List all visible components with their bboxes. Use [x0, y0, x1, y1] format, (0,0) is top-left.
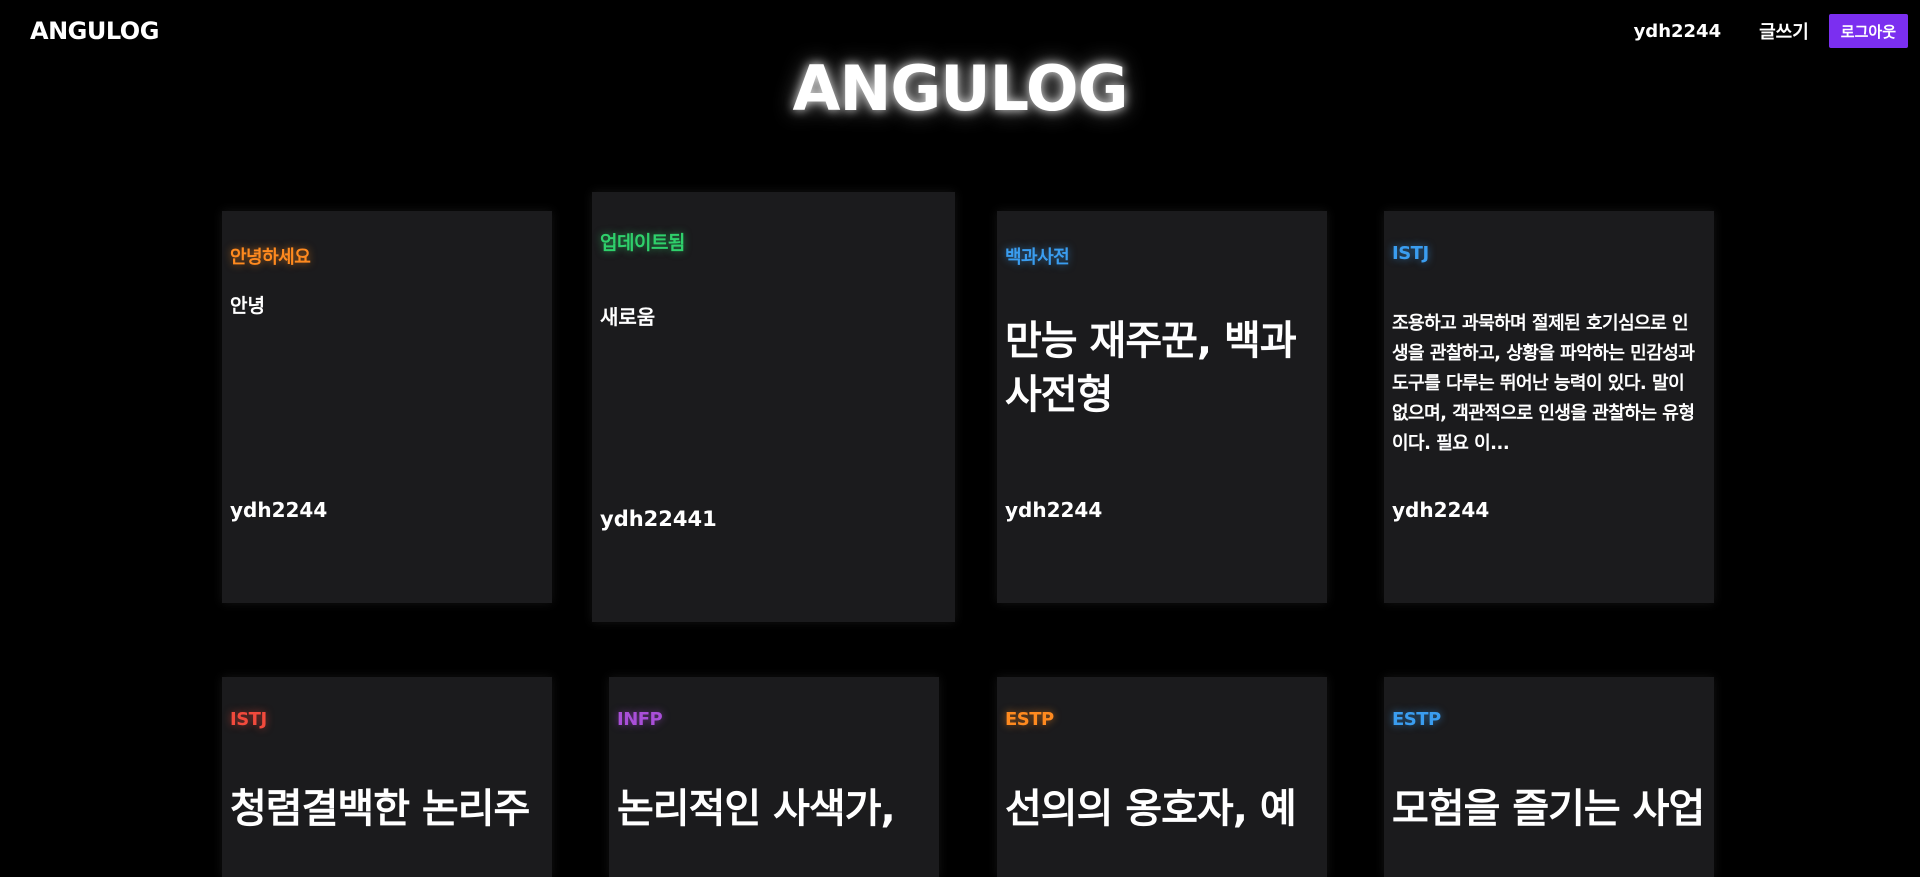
- post-author: ydh2244: [1392, 498, 1490, 522]
- post-category: INFP: [617, 709, 663, 730]
- post-body: 청렴결백한 논리주: [230, 786, 530, 832]
- post-body: 모험을 즐기는 사업: [1392, 786, 1705, 832]
- post-body: 선의의 옹호자, 예: [1005, 786, 1297, 832]
- post-card[interactable]: ESTP 선의의 옹호자, 예: [997, 677, 1327, 877]
- post-body: 논리적인 사색가,: [617, 786, 896, 832]
- post-card[interactable]: ESTP 모험을 즐기는 사업: [1384, 677, 1714, 877]
- post-card[interactable]: ISTJ 조용하고 과묵하며 절제된 호기심으로 인생을 관찰하고, 상황을 파…: [1384, 211, 1714, 603]
- post-author: ydh2244: [230, 498, 328, 522]
- post-author: ydh2244: [1005, 498, 1103, 522]
- logout-button[interactable]: 로그아웃: [1828, 14, 1908, 48]
- post-body: 안녕: [230, 295, 265, 317]
- post-card[interactable]: 업데이트됨 새로움 ydh22441: [592, 192, 955, 622]
- page-title: ANGULOG: [792, 52, 1129, 125]
- post-body: 조용하고 과묵하며 절제된 호기심으로 인생을 관찰하고, 상황을 파악하는 민…: [1392, 313, 1695, 454]
- post-category: 안녕하세요: [230, 247, 311, 268]
- nav-actions: ydh2244 글쓰기 로그아웃: [1634, 14, 1908, 48]
- post-body: 새로움: [600, 305, 656, 329]
- write-button[interactable]: 글쓰기: [1759, 18, 1809, 44]
- post-category: 업데이트됨: [600, 232, 685, 254]
- post-author: ydh22441: [600, 507, 717, 531]
- post-body: 만능 재주꾼, 백과사전형: [1005, 318, 1297, 418]
- user-profile-link[interactable]: ydh2244: [1634, 21, 1722, 42]
- post-category: ISTJ: [1392, 243, 1429, 264]
- post-card[interactable]: INFP 논리적인 사색가,: [609, 677, 939, 877]
- post-card[interactable]: 안녕하세요 안녕 ydh2244: [222, 211, 552, 603]
- post-category: 백과사전: [1005, 247, 1070, 268]
- logo-link[interactable]: ANGULOG: [30, 17, 159, 45]
- post-category: ESTP: [1005, 709, 1054, 730]
- post-category: ESTP: [1392, 709, 1441, 730]
- post-card[interactable]: ISTJ 청렴결백한 논리주: [222, 677, 552, 877]
- post-card[interactable]: 백과사전 만능 재주꾼, 백과사전형 ydh2244: [997, 211, 1327, 603]
- post-category: ISTJ: [230, 709, 267, 730]
